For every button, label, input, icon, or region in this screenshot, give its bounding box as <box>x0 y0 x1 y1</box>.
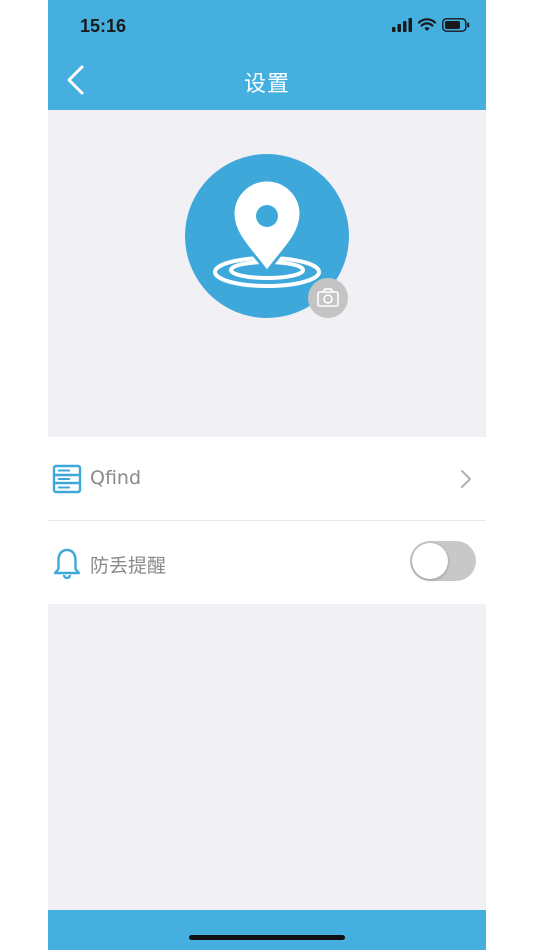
status-icons <box>392 18 470 32</box>
top-bar: 15:16 设置 <box>48 0 486 110</box>
bell-icon <box>53 548 81 579</box>
settings-screen: 15:16 设置 Qfind 防丢提醒 <box>48 0 486 950</box>
camera-icon <box>317 288 339 307</box>
list-item-anti-lost-alert: 防丢提醒 <box>48 520 486 604</box>
toggle-knob <box>412 543 448 579</box>
chevron-right-icon <box>461 470 471 488</box>
change-photo-button[interactable] <box>308 278 348 318</box>
signal-icon <box>392 18 412 32</box>
home-indicator[interactable] <box>189 935 345 940</box>
bottom-bar <box>48 910 486 950</box>
page-title: 设置 <box>243 72 290 97</box>
wifi-icon <box>418 18 436 31</box>
status-time: 15:16 <box>80 16 127 36</box>
anti-lost-toggle[interactable] <box>410 541 476 581</box>
list-item-label: Qfind <box>90 467 142 489</box>
list-item-label: 防丢提醒 <box>90 555 167 577</box>
server-icon <box>52 464 82 494</box>
list-item-qfind[interactable]: Qfind <box>48 437 486 520</box>
battery-icon <box>442 18 470 32</box>
settings-list: Qfind 防丢提醒 <box>48 437 486 604</box>
avatar-area <box>185 154 349 318</box>
